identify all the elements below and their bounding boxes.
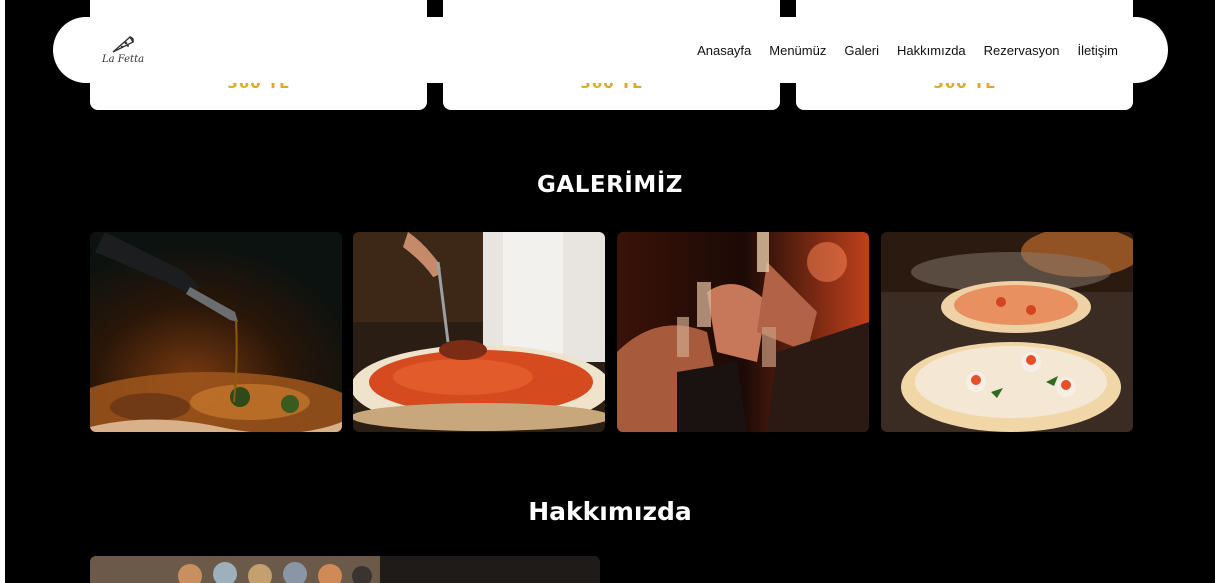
- nav-link-menumuz[interactable]: Menümüz: [769, 43, 826, 58]
- nav-link-iletisim[interactable]: İletişim: [1078, 43, 1118, 58]
- gallery-image-pizzas[interactable]: [881, 232, 1133, 432]
- gallery-image-olive-oil[interactable]: [90, 232, 342, 432]
- about-title: Hakkımızda: [528, 497, 692, 526]
- about-image: [90, 556, 600, 583]
- gallery-title: GALERİMİZ: [537, 172, 683, 198]
- nav-link-anasayfa[interactable]: Anasayfa: [697, 43, 751, 58]
- pizza-slice-icon: [112, 35, 134, 53]
- nav-link-hakkimizda[interactable]: Hakkımızda: [897, 43, 966, 58]
- nav-links: Anasayfa Menümüz Galeri Hakkımızda Rezer…: [697, 17, 1118, 83]
- logo-text: La Fetta: [101, 53, 145, 65]
- logo[interactable]: La Fetta: [97, 25, 149, 73]
- gallery-image-toast[interactable]: [617, 232, 869, 432]
- page: 360 TL 360 TL 360 TL La Fetta Anasayfa M…: [5, 0, 1215, 583]
- nav-link-rezervasyon[interactable]: Rezervasyon: [984, 43, 1060, 58]
- nav-link-galeri[interactable]: Galeri: [844, 43, 879, 58]
- gallery-image-tomato-sauce[interactable]: [353, 232, 605, 432]
- navbar: La Fetta Anasayfa Menümüz Galeri Hakkımı…: [53, 17, 1168, 83]
